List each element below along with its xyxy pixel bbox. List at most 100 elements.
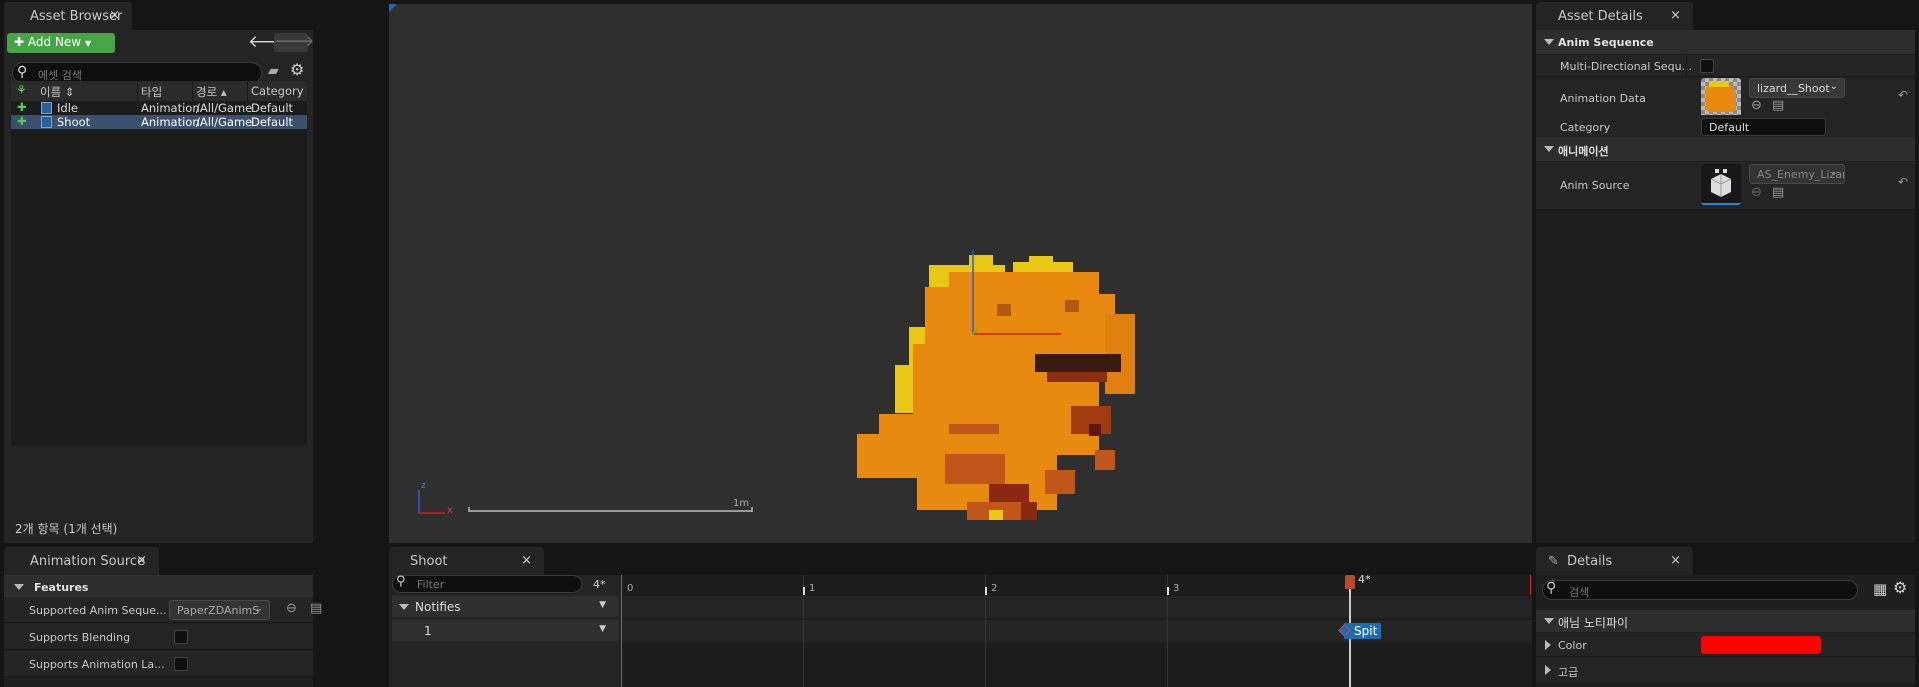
anim-source-thumbnail[interactable]	[1701, 164, 1741, 205]
filter-input[interactable]: ⚲ Filter	[392, 574, 582, 593]
details-panel: ⚲ 검색 ▦ ⚙ 애님 노티파이 Color 고급	[1536, 575, 1915, 687]
reset-arrow-icon[interactable]: ↶	[1898, 175, 1908, 189]
row-category: Default	[251, 101, 294, 115]
supports-layers-row: Supports Animation La...	[4, 651, 313, 677]
browse-back-icon[interactable]: ⊖	[286, 601, 297, 616]
chevron-down-icon: ⌄	[1829, 81, 1838, 92]
expand-arrow-icon[interactable]	[1545, 665, 1551, 675]
search-icon: ⚲	[1546, 580, 1557, 596]
anim-notify-section[interactable]: 애님 노티파이	[1536, 610, 1915, 632]
folder-icon[interactable]: ▰	[268, 63, 279, 79]
table-row[interactable]: ✚ Shoot Animation /All/Game Default	[11, 114, 307, 129]
timeline-area[interactable]: 0 1 2 3 4* Spit	[621, 573, 1532, 687]
animation-data-label: Animation Data	[1560, 92, 1646, 105]
tick-label: 3	[1173, 583, 1180, 594]
browse-asset-icon[interactable]: ▤	[1772, 185, 1784, 200]
close-icon[interactable]: ×	[1670, 553, 1681, 568]
multi-directional-label: Multi-Directional Sequ...	[1560, 60, 1693, 73]
browse-back-icon[interactable]: ⊖	[1751, 185, 1762, 200]
supports-layers-label: Supports Animation La...	[29, 658, 165, 671]
details-search-input[interactable]: ⚲ 검색	[1542, 580, 1858, 600]
advanced-row: 고급	[1536, 658, 1915, 682]
asset-table: ⚘ 이름 ⇕ 타입 경로 ▴ Category ✚ Idle Animation…	[11, 81, 307, 446]
filter-placeholder: Filter	[417, 578, 445, 591]
section-title: 애님 노티파이	[1558, 616, 1629, 630]
supported-anim-combo[interactable]: PaperZDAnimS ⌄	[169, 600, 270, 620]
row-path: /All/Game	[196, 101, 253, 115]
asset-browser-tab[interactable]: Asset Browser ×	[4, 2, 132, 30]
pencil-icon: ✎	[1548, 554, 1559, 569]
notifies-label: Notifies	[415, 600, 461, 614]
shoot-tab-title: Shoot	[410, 554, 448, 569]
anim-source-row: Anim Source AS_Enemy_Lizard ⌄ ⊖ ▤ ↶	[1536, 162, 1915, 210]
animation-thumbnail[interactable]	[1701, 78, 1741, 118]
add-new-button[interactable]: ✚ Add New ▼	[7, 33, 115, 53]
chevron-down-icon: ⌄	[254, 603, 263, 614]
browse-asset-icon[interactable]: ▤	[310, 601, 322, 616]
anim-sequence-section[interactable]: Anim Sequence	[1536, 30, 1915, 54]
close-icon[interactable]: ×	[521, 553, 532, 568]
column-path[interactable]: 경로 ▴	[196, 84, 227, 100]
multi-directional-row: Multi-Directional Sequ...	[1536, 55, 1915, 77]
search-icon: ⚲	[396, 574, 406, 589]
supports-layers-checkbox[interactable]	[174, 657, 188, 671]
color-swatch[interactable]	[1701, 636, 1821, 654]
expand-arrow-icon	[399, 604, 409, 610]
browse-back-icon[interactable]: ⊖	[1751, 98, 1762, 113]
notifies-track[interactable]: Notifies ▼	[392, 596, 618, 617]
scale-label: 1m	[733, 498, 750, 509]
lizard-thumb-icon	[1706, 84, 1736, 112]
supports-blending-row: Supports Blending	[4, 624, 313, 650]
animation-source-tab[interactable]: Animation Source ×	[4, 547, 159, 575]
animation-data-combo[interactable]: lizard__Shoot ⌄	[1749, 78, 1845, 98]
row-path: /All/Game	[196, 115, 253, 129]
add-new-label: Add New	[27, 35, 82, 49]
track-list: ⚲ Filter 4* Notifies ▼ 1 ▼	[389, 574, 621, 687]
source-control-icon: ⚘	[16, 83, 27, 97]
tick-label: 1	[809, 583, 816, 594]
table-row[interactable]: ✚ Idle Animation /All/Game Default	[11, 100, 307, 115]
chevron-down-icon: ▼	[599, 600, 606, 610]
supports-blending-checkbox[interactable]	[174, 630, 188, 644]
gear-icon[interactable]: ⚙	[290, 60, 304, 79]
browse-asset-icon[interactable]: ▤	[1772, 98, 1784, 113]
gear-icon[interactable]: ⚙	[1893, 578, 1907, 597]
anim-source-combo[interactable]: AS_Enemy_Lizard ⌄	[1749, 164, 1845, 184]
animation-section[interactable]: 애니메이션	[1536, 137, 1915, 161]
shoot-tab[interactable]: Shoot ×	[389, 547, 544, 575]
multi-directional-checkbox[interactable]	[1700, 59, 1714, 73]
expand-arrow-icon[interactable]	[1545, 640, 1551, 650]
column-type[interactable]: 타입	[141, 84, 162, 100]
reset-arrow-icon[interactable]: ↶	[1898, 88, 1908, 102]
track-label: 1	[424, 624, 432, 638]
category-input[interactable]: Default	[1701, 118, 1826, 136]
forward-button[interactable]: 🡒	[274, 33, 314, 52]
notify-subtrack[interactable]: 1 ▼	[392, 620, 618, 641]
color-label: Color	[1558, 639, 1587, 652]
time-ruler[interactable]	[621, 575, 1532, 595]
lizard-sprite	[418, 250, 1135, 520]
column-category[interactable]: Category	[251, 84, 304, 98]
close-icon[interactable]: ×	[136, 553, 147, 568]
features-section[interactable]: Features	[4, 575, 313, 597]
details-tab[interactable]: ✎ Details ×	[1536, 547, 1693, 575]
plus-icon: ✚	[17, 114, 27, 128]
expand-arrow-icon	[1544, 39, 1554, 45]
close-icon[interactable]: ×	[1670, 8, 1681, 23]
playhead[interactable]	[1345, 575, 1355, 589]
table-view-icon[interactable]: ▦	[1873, 580, 1887, 598]
subtrack-lane	[621, 620, 1532, 642]
notify-marker[interactable]: Spit	[1338, 623, 1382, 639]
section-title: Features	[34, 581, 89, 594]
asset-details-tab[interactable]: Asset Details ×	[1536, 2, 1693, 30]
expand-arrow-icon	[1544, 618, 1554, 624]
search-icon: ⚲	[17, 64, 28, 80]
axis-x-label: x	[447, 505, 453, 516]
viewport[interactable]: z x 1m	[389, 4, 1532, 543]
column-name[interactable]: 이름 ⇕	[40, 84, 74, 100]
notify-name: Spit	[1354, 624, 1378, 638]
row-name: Shoot	[57, 115, 91, 129]
category-row: Category Default	[1536, 115, 1915, 139]
supports-blending-label: Supports Blending	[29, 631, 131, 644]
close-icon[interactable]: ×	[109, 8, 120, 23]
